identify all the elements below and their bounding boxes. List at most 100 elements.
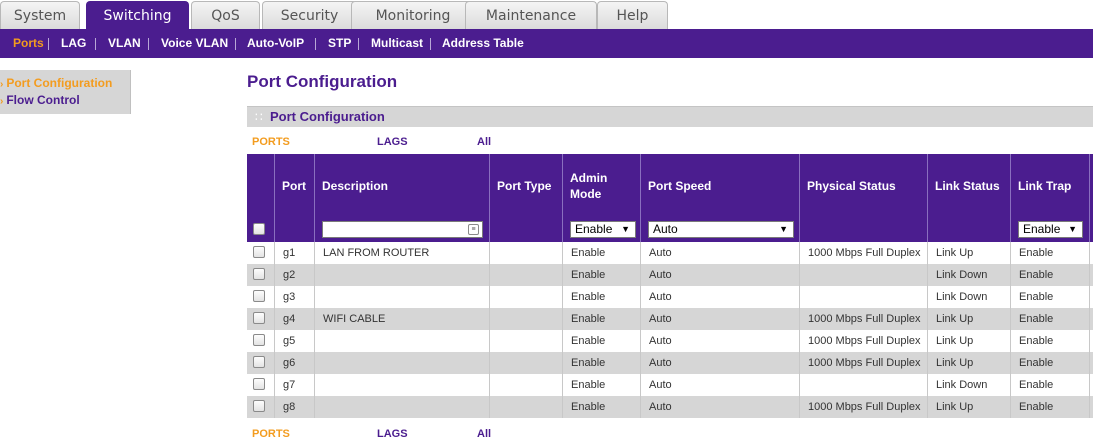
row-checkbox[interactable] xyxy=(253,312,265,324)
column-divider xyxy=(489,264,490,286)
column-divider xyxy=(489,242,490,264)
column-divider xyxy=(489,374,490,396)
row-checkbox[interactable] xyxy=(253,400,265,412)
column-divider xyxy=(274,242,275,264)
admin-mode-cell: Enable xyxy=(571,357,606,369)
table-row[interactable]: g4 WIFI CABLE Enable Auto 1000 Mbps Full Dup… xyxy=(247,308,1093,330)
port-speed-select[interactable]: Auto ▼ xyxy=(648,221,794,238)
column-header-port-type[interactable]: Port Type xyxy=(490,154,562,218)
tab-security[interactable]: Security xyxy=(262,1,357,29)
column-header-description[interactable]: Description xyxy=(315,154,489,218)
tab-switching[interactable]: Switching xyxy=(86,1,189,30)
description-input[interactable]: ≡ xyxy=(322,221,483,238)
column-divider xyxy=(562,154,563,242)
column-divider xyxy=(1010,242,1011,264)
subnav-vlan[interactable]: VLAN xyxy=(108,29,141,58)
tab-maintenance[interactable]: Maintenance xyxy=(465,1,597,29)
admin-mode-select[interactable]: Enable ▼ xyxy=(570,221,636,238)
left-menu-flow-control[interactable]: › Flow Control xyxy=(0,93,80,108)
edit-row: ≡ Enable ▼ Auto ▼ Enable ▼ xyxy=(247,218,1093,242)
tab-system[interactable]: System xyxy=(0,1,80,29)
column-divider xyxy=(640,286,641,308)
port-type-cell xyxy=(490,396,562,418)
row-checkbox[interactable] xyxy=(253,268,265,280)
column-divider xyxy=(274,330,275,352)
subnav-ports[interactable]: Ports xyxy=(13,29,44,58)
admin-mode-select-value: Enable xyxy=(575,222,613,236)
description-cell xyxy=(315,286,489,308)
filter-lags-link-bottom[interactable]: LAGS xyxy=(377,428,408,440)
column-divider xyxy=(640,352,641,374)
filter-all-link[interactable]: All xyxy=(477,136,491,148)
port-cell: g8 xyxy=(283,401,296,413)
row-checkbox[interactable] xyxy=(253,290,265,302)
table-row[interactable]: g6 Enable Auto 1000 Mbps Full Duplex Link Up… xyxy=(247,352,1093,374)
table-row[interactable]: g1 LAN FROM ROUTER Enable Auto 1000 Mbps Ful… xyxy=(247,242,1093,264)
column-divider xyxy=(274,154,275,242)
port-type-cell xyxy=(490,286,562,308)
column-divider xyxy=(799,242,800,264)
table-row[interactable]: g7 Enable Auto Link Down Enable xyxy=(247,374,1093,396)
filter-lags-link[interactable]: LAGS xyxy=(377,136,408,148)
tab-qos[interactable]: QoS xyxy=(191,1,260,29)
column-divider xyxy=(1089,396,1090,418)
table-row[interactable]: g5 Enable Auto 1000 Mbps Full Duplex Link Up… xyxy=(247,330,1093,352)
column-header-port[interactable]: Port xyxy=(275,154,314,218)
port-speed-cell: Auto xyxy=(649,401,672,413)
physical-status-cell: 1000 Mbps Full Duplex xyxy=(808,247,921,259)
port-speed-cell: Auto xyxy=(649,291,672,303)
drag-grip-icon: ∷ xyxy=(255,110,263,124)
column-header-admin-mode[interactable]: Admin Mode xyxy=(563,154,640,218)
column-divider xyxy=(1010,330,1011,352)
subnav-stp[interactable]: STP xyxy=(328,29,351,58)
subnav-auto-voip[interactable]: Auto-VoIP xyxy=(247,29,304,58)
column-divider xyxy=(640,374,641,396)
tab-monitoring[interactable]: Monitoring xyxy=(351,1,475,29)
column-divider xyxy=(640,242,641,264)
subnav-divider xyxy=(358,38,359,50)
physical-status-cell xyxy=(800,286,927,308)
subnav-multicast[interactable]: Multicast xyxy=(371,29,423,58)
column-header-physical-status[interactable]: Physical Status xyxy=(800,154,927,218)
column-divider xyxy=(562,396,563,418)
link-trap-cell: Enable xyxy=(1019,379,1054,391)
physical-status-cell xyxy=(800,374,927,396)
column-divider xyxy=(1010,374,1011,396)
subnav-voice-vlan[interactable]: Voice VLAN xyxy=(161,29,228,58)
subnav-divider xyxy=(315,38,316,50)
link-trap-cell: Enable xyxy=(1019,401,1054,413)
column-header-link-status[interactable]: Link Status xyxy=(928,154,1010,218)
row-checkbox[interactable] xyxy=(253,378,265,390)
physical-status-cell: 1000 Mbps Full Duplex xyxy=(808,313,921,325)
column-divider xyxy=(562,242,563,264)
description-cell xyxy=(315,352,489,374)
link-status-cell: Link Down xyxy=(936,379,988,391)
physical-status-cell: 1000 Mbps Full Duplex xyxy=(808,401,921,413)
sub-nav: Ports LAG VLAN Voice VLAN Auto-VoIP STP … xyxy=(0,29,1093,58)
admin-mode-cell: Enable xyxy=(571,401,606,413)
row-checkbox[interactable] xyxy=(253,356,265,368)
table-row[interactable]: g2 Enable Auto Link Down Enable xyxy=(247,264,1093,286)
left-menu-port-configuration[interactable]: › Port Configuration xyxy=(0,76,112,91)
select-all-checkbox[interactable] xyxy=(253,223,265,235)
table-row[interactable]: g3 Enable Auto Link Down Enable xyxy=(247,286,1093,308)
subnav-address-table[interactable]: Address Table xyxy=(442,29,524,58)
filter-ports-link[interactable]: PORTS xyxy=(252,136,290,148)
column-divider xyxy=(799,352,800,374)
column-divider xyxy=(562,264,563,286)
subnav-lag[interactable]: LAG xyxy=(61,29,86,58)
link-trap-select[interactable]: Enable ▼ xyxy=(1018,221,1083,238)
row-checkbox[interactable] xyxy=(253,246,265,258)
column-divider xyxy=(274,264,275,286)
port-cell: g1 xyxy=(283,247,296,259)
tab-help[interactable]: Help xyxy=(597,1,668,29)
table-row[interactable]: g8 Enable Auto 1000 Mbps Full Duplex Link Up… xyxy=(247,396,1093,418)
row-checkbox[interactable] xyxy=(253,334,265,346)
column-divider xyxy=(314,286,315,308)
column-divider xyxy=(314,330,315,352)
column-header-port-speed[interactable]: Port Speed xyxy=(641,154,799,218)
link-status-cell: Link Up xyxy=(936,401,974,413)
filter-all-link-bottom[interactable]: All xyxy=(477,428,491,440)
column-header-link-trap[interactable]: Link Trap xyxy=(1011,154,1089,218)
filter-ports-link-bottom[interactable]: PORTS xyxy=(252,428,290,440)
